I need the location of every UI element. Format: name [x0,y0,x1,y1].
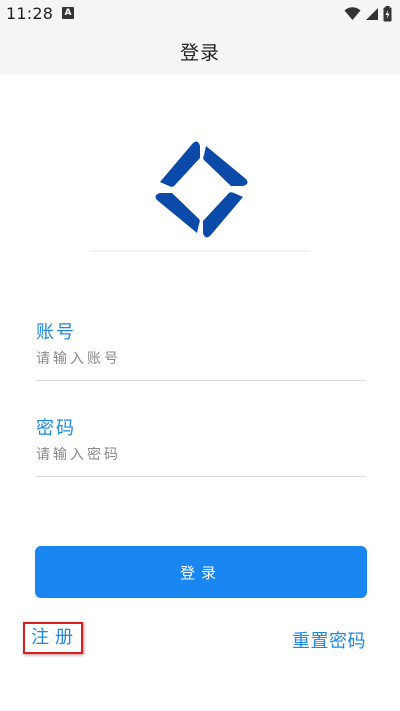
cell-signal-icon [366,8,378,20]
account-underline [36,380,366,381]
login-screen: 11:28 A 登录 账号 请输入账号 密码 登录 注册 重置密码 [0,0,400,711]
password-input[interactable] [36,442,366,468]
header: 登录 [0,28,400,74]
notification-a-icon: A [62,7,74,19]
register-link[interactable]: 注册 [23,622,83,654]
status-bar: 11:28 A [0,0,400,28]
password-underline [36,476,366,477]
status-time: 11:28 [6,4,54,23]
wifi-icon [344,7,361,20]
battery-icon [383,6,392,22]
app-logo [155,141,248,238]
account-label: 账号 [36,322,76,343]
status-icons [344,5,392,23]
password-label: 密码 [36,418,76,439]
account-input[interactable] [36,346,366,372]
logo-divider [90,250,310,252]
page-title: 登录 [179,42,220,64]
reset-password-link[interactable]: 重置密码 [292,627,366,653]
login-button[interactable]: 登录 [35,546,367,598]
